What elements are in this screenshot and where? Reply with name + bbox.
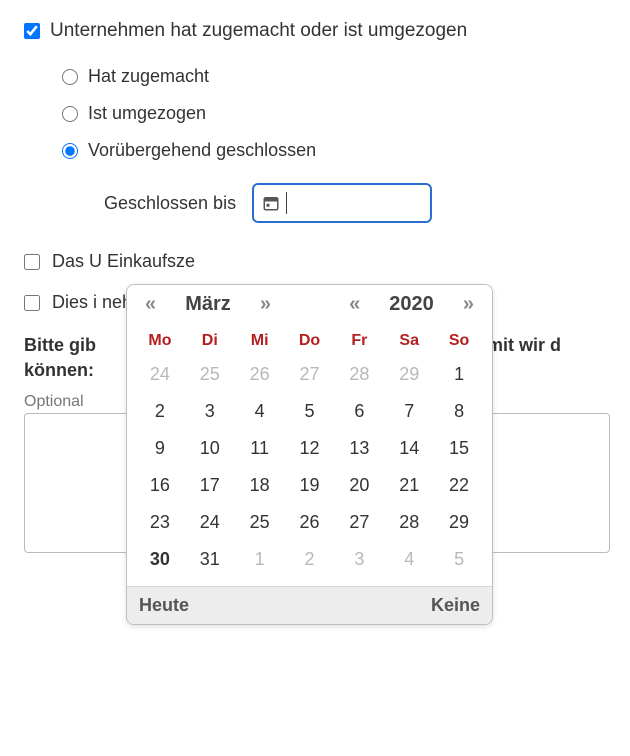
calendar-day[interactable]: 21 bbox=[384, 467, 434, 504]
calendar-day[interactable]: 5 bbox=[285, 393, 335, 430]
calendar-day[interactable]: 2 bbox=[135, 393, 185, 430]
mall-checkbox-label: Das U Einkaufsze bbox=[52, 251, 195, 272]
moved-radio[interactable] bbox=[62, 106, 78, 122]
headquarter-checkbox[interactable] bbox=[24, 295, 40, 311]
calendar-day[interactable]: 23 bbox=[135, 504, 185, 541]
month-next-button[interactable]: » bbox=[254, 293, 277, 316]
calendar-day[interactable]: 12 bbox=[285, 430, 335, 467]
calendar-day[interactable]: 26 bbox=[235, 356, 285, 393]
calendar-day[interactable]: 28 bbox=[334, 356, 384, 393]
calendar-day[interactable]: 4 bbox=[384, 541, 434, 578]
day-of-week-header: So bbox=[434, 326, 484, 356]
calendar-day[interactable]: 27 bbox=[285, 356, 335, 393]
calendar-day[interactable]: 29 bbox=[384, 356, 434, 393]
calendar-icon bbox=[262, 194, 280, 212]
calendar-day[interactable]: 17 bbox=[185, 467, 235, 504]
moved-radio-label: Ist umgezogen bbox=[88, 103, 206, 124]
calendar-grid: MoDiMiDoFrSaSo24252627282912345678910111… bbox=[127, 322, 492, 586]
calendar-day[interactable]: 5 bbox=[434, 541, 484, 578]
calendar-day[interactable]: 6 bbox=[334, 393, 384, 430]
temporarily-closed-radio[interactable] bbox=[62, 143, 78, 159]
year-label[interactable]: 2020 bbox=[389, 293, 434, 316]
business-closed-or-moved-checkbox[interactable] bbox=[24, 23, 40, 39]
calendar-day[interactable]: 3 bbox=[334, 541, 384, 578]
calendar-day[interactable]: 14 bbox=[384, 430, 434, 467]
calendar-day[interactable]: 24 bbox=[135, 356, 185, 393]
status-radio-group: Hat zugemacht Ist umgezogen Vorübergehen… bbox=[62, 66, 610, 161]
month-label[interactable]: März bbox=[185, 293, 231, 316]
closed-radio[interactable] bbox=[62, 69, 78, 85]
calendar-day[interactable]: 9 bbox=[135, 430, 185, 467]
calendar-day[interactable]: 16 bbox=[135, 467, 185, 504]
calendar-day[interactable]: 28 bbox=[384, 504, 434, 541]
closed-until-date-input[interactable] bbox=[252, 183, 432, 223]
month-prev-button[interactable]: « bbox=[139, 293, 162, 316]
calendar-day[interactable]: 1 bbox=[434, 356, 484, 393]
business-closed-or-moved-label: Unternehmen hat zugemacht oder ist umgez… bbox=[50, 20, 467, 42]
calendar-day[interactable]: 25 bbox=[235, 504, 285, 541]
calendar-day[interactable]: 13 bbox=[334, 430, 384, 467]
calendar-day[interactable]: 3 bbox=[185, 393, 235, 430]
temporarily-closed-radio-label: Vorübergehend geschlossen bbox=[88, 140, 316, 161]
calendar-day[interactable]: 4 bbox=[235, 393, 285, 430]
calendar-day[interactable]: 15 bbox=[434, 430, 484, 467]
calendar-day[interactable]: 22 bbox=[434, 467, 484, 504]
calendar-day[interactable]: 26 bbox=[285, 504, 335, 541]
calendar-day[interactable]: 29 bbox=[434, 504, 484, 541]
day-of-week-header: Do bbox=[285, 326, 335, 356]
mall-checkbox[interactable] bbox=[24, 254, 40, 270]
today-button[interactable]: Heute bbox=[139, 595, 189, 616]
calendar-day[interactable]: 7 bbox=[384, 393, 434, 430]
calendar-day[interactable]: 24 bbox=[185, 504, 235, 541]
calendar-day[interactable]: 20 bbox=[334, 467, 384, 504]
day-of-week-header: Di bbox=[185, 326, 235, 356]
calendar-day[interactable]: 30 bbox=[135, 541, 185, 578]
datepicker-popup: « März » « 2020 » MoDiMiDoFrSaSo24252627… bbox=[126, 284, 493, 625]
calendar-day[interactable]: 11 bbox=[235, 430, 285, 467]
calendar-day[interactable]: 31 bbox=[185, 541, 235, 578]
closed-until-label: Geschlossen bis bbox=[104, 193, 236, 214]
day-of-week-header: Sa bbox=[384, 326, 434, 356]
year-next-button[interactable]: » bbox=[457, 293, 480, 316]
calendar-day[interactable]: 10 bbox=[185, 430, 235, 467]
calendar-day[interactable]: 27 bbox=[334, 504, 384, 541]
text-cursor bbox=[286, 192, 287, 214]
calendar-day[interactable]: 1 bbox=[235, 541, 285, 578]
calendar-day[interactable]: 8 bbox=[434, 393, 484, 430]
calendar-day[interactable]: 25 bbox=[185, 356, 235, 393]
day-of-week-header: Mi bbox=[235, 326, 285, 356]
calendar-day[interactable]: 2 bbox=[285, 541, 335, 578]
day-of-week-header: Mo bbox=[135, 326, 185, 356]
closed-radio-label: Hat zugemacht bbox=[88, 66, 209, 87]
calendar-day[interactable]: 19 bbox=[285, 467, 335, 504]
year-prev-button[interactable]: « bbox=[343, 293, 366, 316]
calendar-day[interactable]: 18 bbox=[235, 467, 285, 504]
none-button[interactable]: Keine bbox=[431, 595, 480, 616]
day-of-week-header: Fr bbox=[334, 326, 384, 356]
